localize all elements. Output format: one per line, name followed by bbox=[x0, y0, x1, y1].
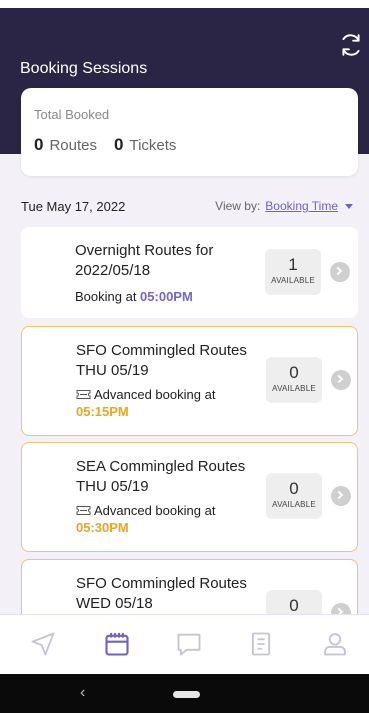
calendar-icon bbox=[105, 632, 129, 656]
tab-receipts[interactable] bbox=[247, 630, 277, 660]
session-title: SEA Commingled Routes THU 05/19 bbox=[76, 458, 246, 495]
session-card[interactable]: SFO Commingled Routes WED 05/18 0 bbox=[21, 559, 358, 615]
profile-icon bbox=[324, 633, 346, 656]
booking-time: 05:30PM bbox=[76, 520, 129, 535]
tab-calendar[interactable] bbox=[103, 630, 133, 660]
available-count: 0 bbox=[289, 363, 299, 382]
session-list: Overnight Routes for 2022/05/18 Booking … bbox=[0, 160, 369, 615]
available-count: 1 bbox=[288, 255, 298, 274]
refresh-icon bbox=[342, 34, 360, 56]
status-strip bbox=[0, 0, 369, 8]
tab-profile[interactable] bbox=[321, 630, 351, 660]
total-booked-label: Total Booked bbox=[34, 107, 110, 122]
session-card[interactable]: Overnight Routes for 2022/05/18 Booking … bbox=[21, 227, 358, 318]
session-booking-info: Advanced booking at 05:15PM bbox=[76, 386, 251, 420]
bottom-tab-bar bbox=[0, 614, 369, 674]
availability-badge: 0 AVAILABLE bbox=[266, 357, 322, 403]
routes-label: Routes bbox=[49, 137, 97, 154]
ticket-icon bbox=[76, 390, 91, 399]
back-icon[interactable]: ‹ bbox=[80, 684, 85, 702]
total-booked-values: 0 Routes 0 Tickets bbox=[34, 135, 193, 155]
session-card[interactable]: SEA Commingled Routes THU 05/19 Advanced… bbox=[21, 442, 358, 552]
booking-time: 05:00PM bbox=[140, 289, 193, 304]
available-label: AVAILABLE bbox=[272, 384, 316, 393]
chat-icon bbox=[177, 633, 201, 656]
page-title: Booking Sessions bbox=[20, 60, 148, 77]
session-card[interactable]: SFO Commingled Routes THU 05/19 Advanced… bbox=[21, 326, 358, 436]
available-count: 0 bbox=[289, 479, 299, 498]
routes-count: 0 bbox=[34, 135, 44, 154]
booking-prefix: Booking at bbox=[75, 289, 141, 304]
chevron-right-icon[interactable] bbox=[331, 370, 351, 390]
session-title: SFO Commingled Routes WED 05/18 bbox=[76, 575, 247, 612]
availability-badge: 0 AVAILABLE bbox=[266, 473, 322, 519]
session-title: Overnight Routes for 2022/05/18 bbox=[75, 242, 214, 279]
session-booking-info: Booking at 05:00PM bbox=[75, 288, 250, 305]
chevron-right-icon[interactable] bbox=[331, 486, 351, 506]
tab-messages[interactable] bbox=[175, 630, 205, 660]
tickets-count: 0 bbox=[114, 135, 124, 154]
session-title: SFO Commingled Routes THU 05/19 bbox=[76, 342, 247, 379]
tickets-label: Tickets bbox=[129, 137, 177, 154]
available-count: 0 bbox=[289, 596, 299, 615]
booking-prefix: Advanced booking at bbox=[94, 503, 216, 518]
availability-badge: 1 AVAILABLE bbox=[265, 249, 321, 295]
home-pill-icon[interactable] bbox=[173, 691, 200, 698]
available-label: AVAILABLE bbox=[272, 500, 316, 509]
booking-time: 05:15PM bbox=[76, 404, 129, 419]
available-label: AVAILABLE bbox=[271, 276, 315, 285]
chevron-right-icon[interactable] bbox=[330, 262, 350, 282]
refresh-button[interactable] bbox=[338, 32, 364, 58]
receipt-icon bbox=[251, 632, 271, 656]
availability-badge: 0 bbox=[266, 590, 322, 615]
navigation-icon bbox=[31, 632, 55, 656]
system-nav-bar: ‹ bbox=[0, 674, 369, 713]
session-booking-info: Advanced booking at 05:30PM bbox=[76, 502, 251, 536]
booking-prefix: Advanced booking at bbox=[94, 387, 216, 402]
tab-navigation[interactable] bbox=[29, 630, 59, 660]
ticket-icon bbox=[76, 506, 91, 515]
